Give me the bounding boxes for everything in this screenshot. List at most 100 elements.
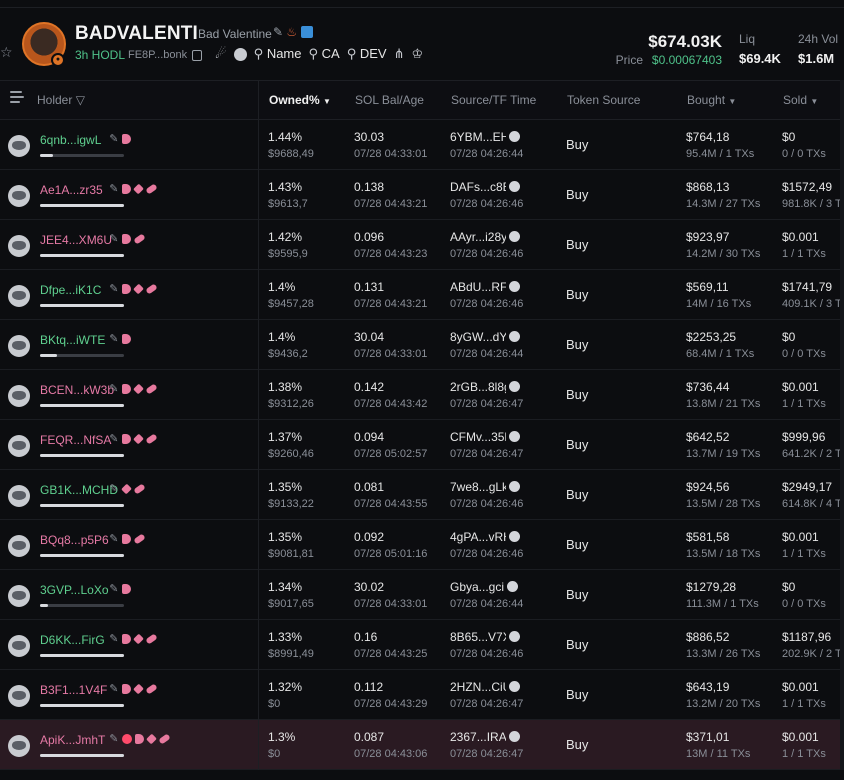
table-row[interactable]: GB1K...MCHD ✎ 1.35% $9133,22 0.081 07/28 04:4… xyxy=(0,470,844,520)
holder-address[interactable]: JEE4...XM6U xyxy=(40,233,112,247)
source-wallet[interactable]: 6YBM...EHI xyxy=(450,130,520,144)
holder-address[interactable]: BQq8...p5P6 xyxy=(40,533,109,547)
sol-balance: 0.112 xyxy=(354,680,384,694)
edit-pencil-icon[interactable]: ✎ xyxy=(109,182,118,195)
edit-pencil-icon[interactable]: ✎ xyxy=(109,482,118,495)
holder-address[interactable]: 3GVP...LoXo xyxy=(40,583,109,597)
sort-desc-icon: ▼ xyxy=(323,97,331,106)
table-row[interactable]: D6KK...FirG ✎ 1.33% $8991,49 0.16 07/28 04:43… xyxy=(0,620,844,670)
table-row[interactable]: 3GVP...LoXo ✎ 1.34% $9017,65 30.02 07/28 04:3… xyxy=(0,570,844,620)
source-wallet[interactable]: 2367...IRA xyxy=(450,730,520,744)
col-bought[interactable]: Bought ▼ xyxy=(687,93,736,107)
avatar xyxy=(8,335,30,357)
sol-balance: 0.131 xyxy=(354,280,385,294)
source-wallet[interactable]: 4gPA...vRH xyxy=(450,530,520,544)
table-row[interactable]: Dfpe...iK1C ✎ 1.4% $9457,28 0.131 07/28 04:43… xyxy=(0,270,844,320)
sold-amount: 1 / 1 TXs xyxy=(782,698,826,710)
table-row[interactable]: ApiK...JmhT ✎ 1.3% $0 0.087 07/28 04:43:06 236… xyxy=(0,720,844,770)
holder-tags: ✎ xyxy=(109,582,131,595)
bought-usd: $642,52 xyxy=(686,430,730,444)
edit-pencil-icon[interactable]: ✎ xyxy=(109,432,118,445)
source-wallet[interactable]: ABdU...RFc xyxy=(450,280,520,294)
fish-tag-icon xyxy=(121,533,131,544)
source-wallet[interactable]: 8B65...V7X xyxy=(450,630,520,644)
col-source[interactable]: Source/TF Time xyxy=(451,93,536,107)
table-row[interactable]: BQq8...p5P6 ✎ 1.35% $9081,81 0.092 07/28 05:0… xyxy=(0,520,844,570)
holder-address[interactable]: B3F1...1V4F xyxy=(40,683,107,697)
holding-progress-bar xyxy=(40,304,124,307)
source-wallet[interactable]: DAFs...c8E xyxy=(450,180,520,194)
token-source: Buy xyxy=(566,637,589,652)
edit-pencil-icon[interactable]: ✎ xyxy=(109,532,118,545)
bought-usd: $736,44 xyxy=(686,380,730,394)
favorite-star-icon[interactable]: ☆ xyxy=(0,44,13,61)
sold-amount: 0 / 0 TXs xyxy=(782,148,826,160)
avatar xyxy=(8,385,30,407)
col-sol-bal[interactable]: SOL Bal/Age xyxy=(355,93,424,107)
table-scrollbar[interactable] xyxy=(840,80,844,770)
edit-pencil-icon[interactable]: ✎ xyxy=(109,232,118,245)
verified-badge-icon[interactable] xyxy=(300,26,313,38)
fish-tag-icon xyxy=(121,233,131,244)
edit-pencil-icon[interactable]: ✎ xyxy=(109,732,118,745)
edit-pencil-icon[interactable]: ✎ xyxy=(109,582,118,595)
search-ca-link[interactable]: ⚲ CA xyxy=(309,46,340,62)
source-wallet[interactable]: 2HZN...CiU xyxy=(450,680,520,694)
owned-percent: 1.44% xyxy=(268,130,303,144)
copy-icon[interactable] xyxy=(192,50,202,61)
holder-address[interactable]: FEQR...NfSA xyxy=(40,433,111,447)
website-leaf-icon[interactable]: ☄ xyxy=(215,46,227,62)
source-wallet-label: 2HZN...CiU xyxy=(450,680,506,694)
table-row[interactable]: FEQR...NfSA ✎ 1.37% $9260,46 0.094 07/28 05:0… xyxy=(0,420,844,470)
table-row[interactable]: B3F1...1V4F ✎ 1.32% $0 0.112 07/28 04:43:29 2H… xyxy=(0,670,844,720)
funnel-icon[interactable]: ▽ xyxy=(76,93,85,107)
holder-address[interactable]: GB1K...MCHD xyxy=(40,483,118,497)
table-row[interactable]: Ae1A...zr35 ✎ 1.43% $9613,7 0.138 07/28 04:43… xyxy=(0,170,844,220)
col-holder[interactable]: Holder ▽ xyxy=(37,93,85,107)
contract-address[interactable]: FE8P...bonk xyxy=(128,49,187,61)
table-row[interactable]: BCEN...kW3b ✎ 1.38% $9312,26 0.142 07/28 04:4… xyxy=(0,370,844,420)
menu-circle-icon[interactable] xyxy=(233,47,247,61)
share-icon[interactable]: ⋔ xyxy=(394,46,405,62)
source-wallet[interactable]: Gbya...gci xyxy=(450,580,519,594)
source-wallet[interactable]: 7we8...gLk xyxy=(450,480,520,494)
table-row[interactable]: 6qnb...igwL ✎ 1.44% $9688,49 30.03 07/28 04:3… xyxy=(0,120,844,170)
holder-address[interactable]: Ae1A...zr35 xyxy=(40,183,103,197)
edit-pencil-icon[interactable]: ✎ xyxy=(109,332,118,345)
source-wallet[interactable]: CFMv...35h xyxy=(450,430,520,444)
search-name-link[interactable]: ⚲ Name xyxy=(254,46,302,62)
edit-pencil-icon[interactable]: ✎ xyxy=(109,682,118,695)
search-dev-link[interactable]: ⚲ DEV xyxy=(347,46,387,62)
owned-percent: 1.4% xyxy=(268,330,296,344)
table-row[interactable]: BKtq...iWTE ✎ 1.4% $9436,2 30.04 07/28 04:33:… xyxy=(0,320,844,370)
source-wallet[interactable]: 2rGB...8l8g xyxy=(450,380,520,394)
holder-address[interactable]: BCEN...kW3b xyxy=(40,383,114,397)
filter-settings-icon[interactable] xyxy=(10,91,24,105)
edit-pencil-icon[interactable]: ✎ xyxy=(109,132,118,145)
fish-tag-icon xyxy=(134,733,144,744)
sold-usd: $2949,17 xyxy=(782,480,833,494)
table-row[interactable]: JEE4...XM6U ✎ 1.42% $9595,9 0.096 07/28 04:43… xyxy=(0,220,844,270)
edit-pencil-icon[interactable]: ✎ xyxy=(273,25,283,39)
holder-address[interactable]: ApiK...JmhT xyxy=(40,733,105,747)
token-source: Buy xyxy=(566,537,589,552)
pill-tag-icon xyxy=(157,732,171,745)
sold-usd: $1572,49 xyxy=(782,180,833,194)
holder-address[interactable]: BKtq...iWTE xyxy=(40,333,105,347)
bought-usd: $1279,28 xyxy=(686,580,737,594)
owned-percent: 1.37% xyxy=(268,430,303,444)
source-wallet[interactable]: AAyr...i28y xyxy=(450,230,520,244)
source-wallet[interactable]: 8yGW...dYi xyxy=(450,330,520,344)
holder-address[interactable]: 6qnb...igwL xyxy=(40,133,101,147)
holder-address[interactable]: D6KK...FirG xyxy=(40,633,105,647)
crown-icon[interactable]: ♔ xyxy=(412,46,424,62)
edit-pencil-icon[interactable]: ✎ xyxy=(109,632,118,645)
col-sold[interactable]: Sold ▼ xyxy=(783,93,818,107)
sol-balance: 0.16 xyxy=(354,630,378,644)
col-owned[interactable]: Owned% ▼ xyxy=(269,93,331,107)
edit-pencil-icon[interactable]: ✎ xyxy=(109,282,118,295)
edit-pencil-icon[interactable]: ✎ xyxy=(109,382,118,395)
holder-address[interactable]: Dfpe...iK1C xyxy=(40,283,101,297)
solana-icon xyxy=(509,281,520,292)
col-token-source[interactable]: Token Source xyxy=(567,93,640,107)
